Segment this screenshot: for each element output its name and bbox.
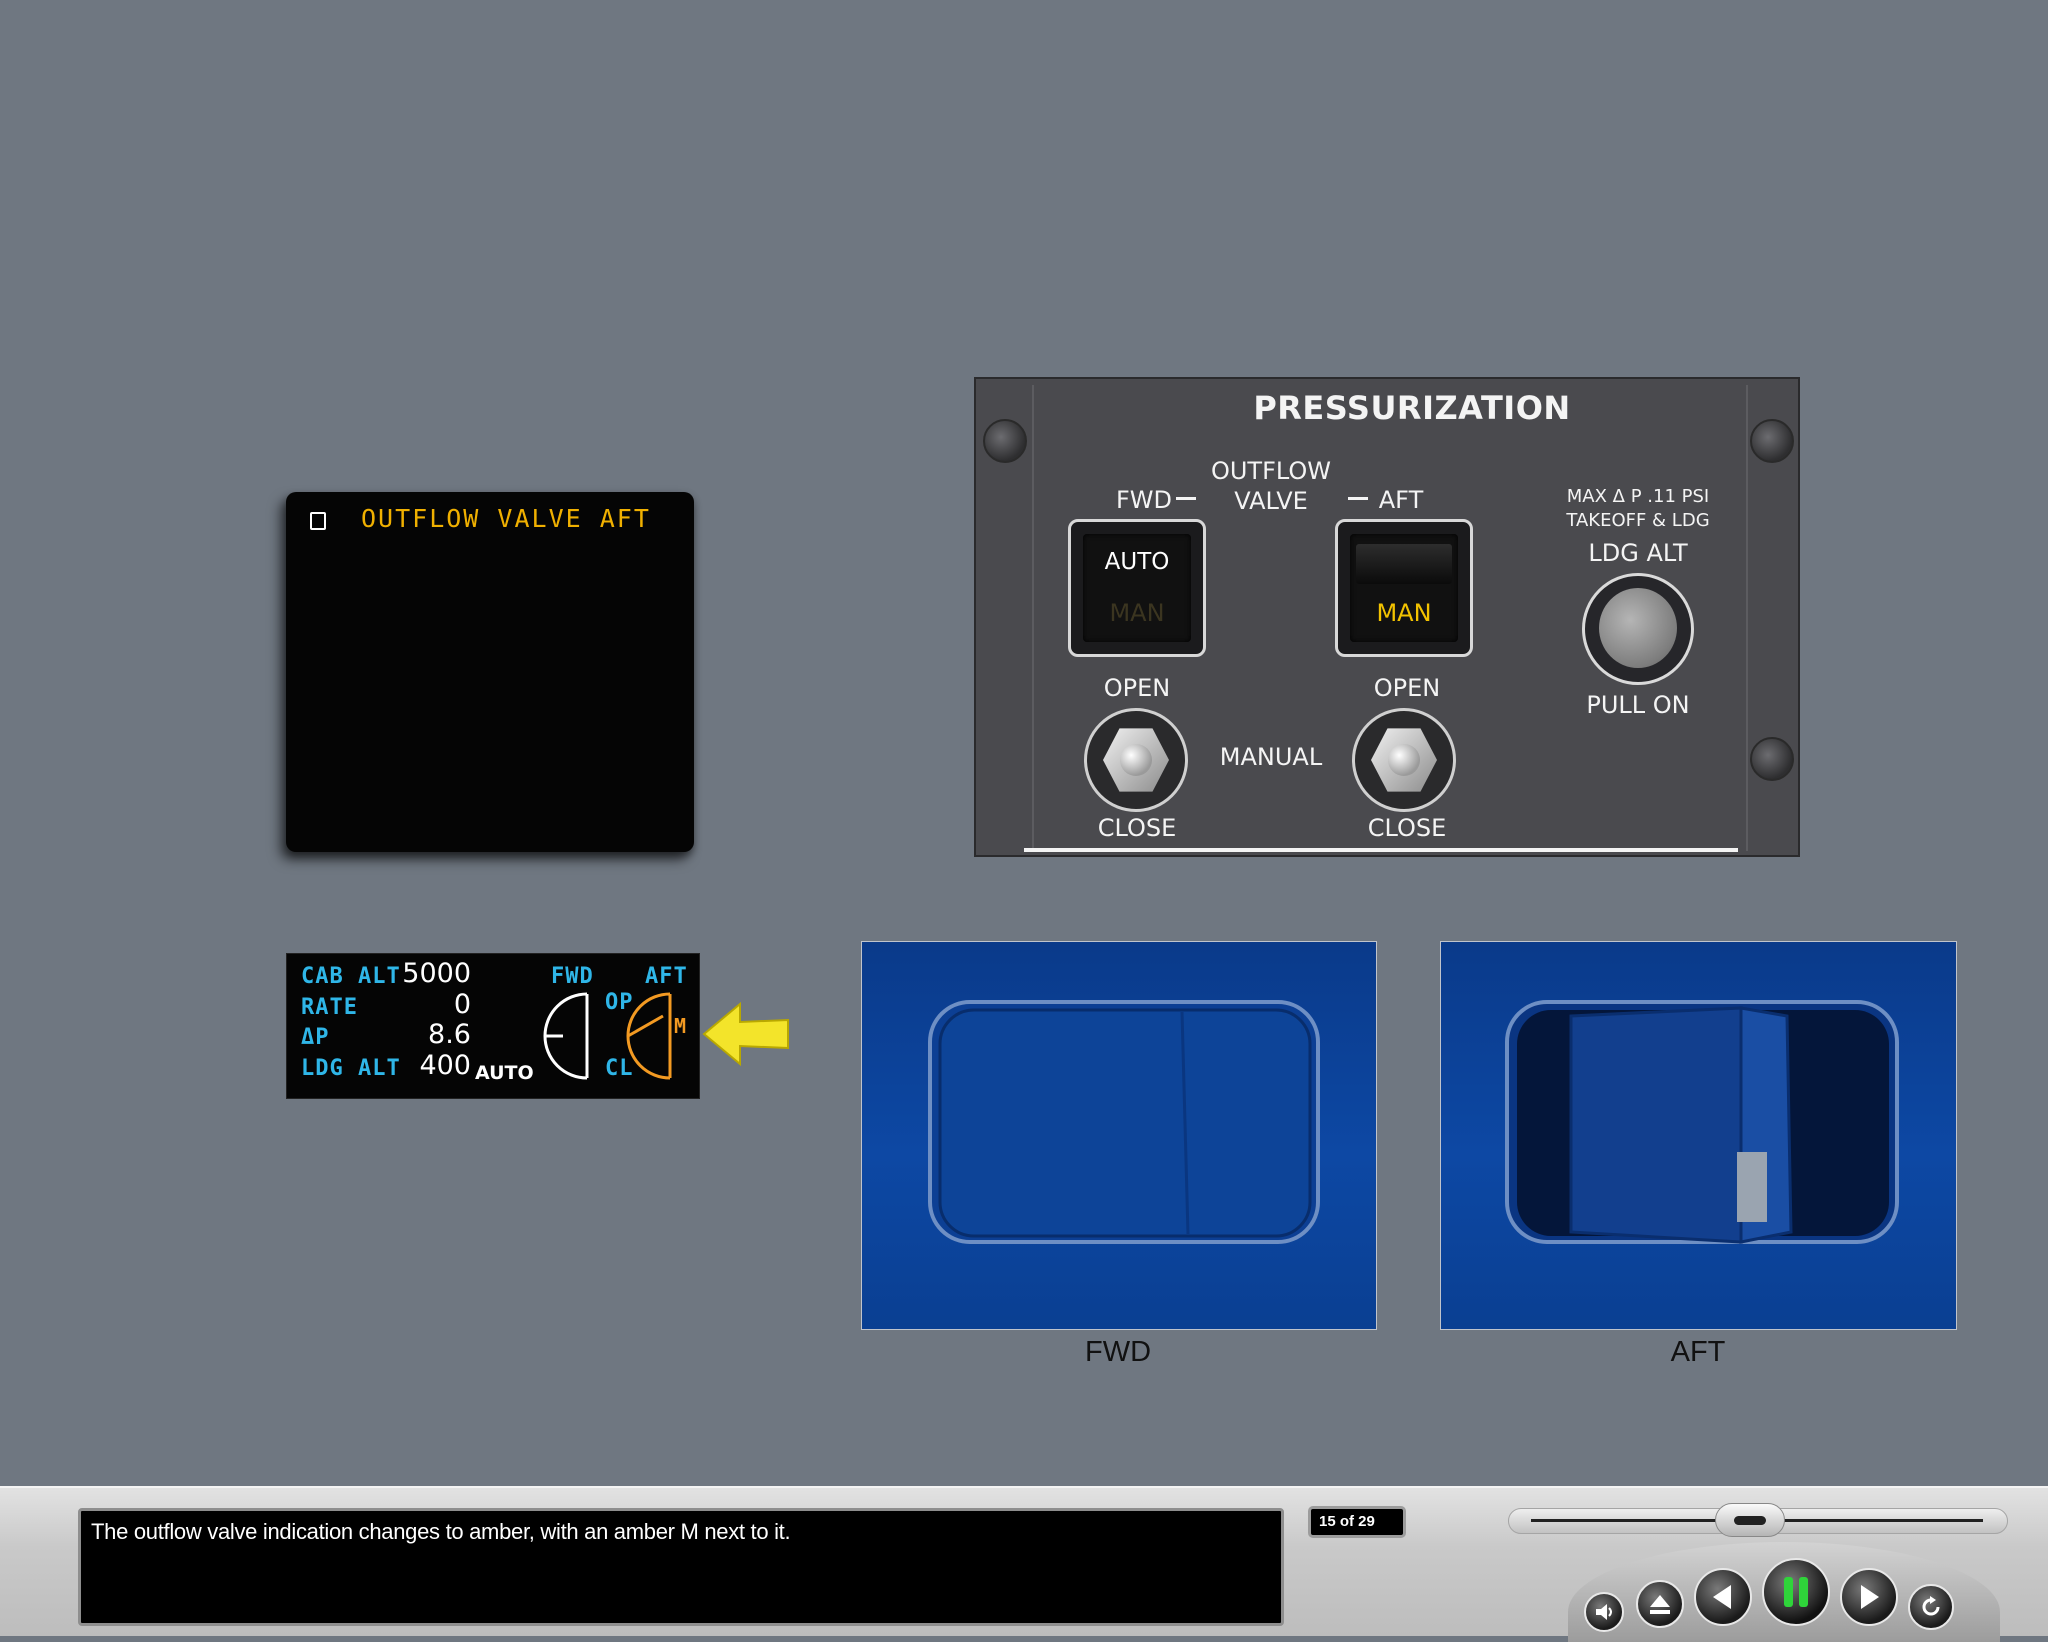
aft-dash — [1348, 497, 1368, 500]
narration-caption-text: The outflow valve indication changes to … — [91, 1519, 791, 1544]
ldg-alt-label: LDG ALT — [1588, 539, 1688, 567]
valve-label: VALVE — [1234, 487, 1308, 515]
takeoff-ldg-label: TAKEOFF & LDG — [1566, 510, 1710, 531]
aft-open-label: OPEN — [1373, 674, 1441, 702]
fwd-manual-toggle[interactable] — [1084, 708, 1188, 812]
valve-indicator-graphics — [543, 992, 672, 1080]
switch-face: MAN — [1350, 534, 1458, 642]
ldg-alt-knob[interactable] — [1582, 573, 1694, 685]
fwd-close-label: CLOSE — [1097, 814, 1177, 842]
progress-thumb[interactable] — [1715, 1503, 1785, 1537]
pull-on-label: PULL ON — [1586, 691, 1690, 719]
aft-valve-pointer — [627, 1014, 664, 1038]
progress-slider[interactable] — [1508, 1503, 2008, 1537]
aft-valve-arc — [626, 992, 671, 1080]
eicas-pressurization-synoptic: CAB ALT RATE ΔP LDG ALT 5000 0 8.6 400 A… — [286, 953, 700, 1099]
replay-icon — [1922, 1596, 1940, 1616]
panel-bottom-line — [1024, 848, 1738, 852]
aft-label: AFT — [1378, 486, 1424, 514]
max-dp-label: MAX Δ P .11 PSI — [1566, 486, 1710, 507]
knob-cap — [1599, 588, 1677, 668]
fwd-auto-legend: AUTO — [1104, 549, 1170, 575]
aft-outflow-valve-switch[interactable]: MAN — [1335, 519, 1473, 657]
narration-caption-box: The outflow valve indication changes to … — [78, 1508, 1284, 1626]
screw-icon — [1750, 419, 1794, 463]
panel-title: PRESSURIZATION — [1253, 389, 1571, 427]
message-status-box — [310, 512, 326, 530]
fwd-valve-illustration — [928, 1000, 1320, 1244]
manual-label: MANUAL — [1219, 743, 1323, 771]
screw-icon — [1750, 737, 1794, 781]
aft-auto-blank — [1356, 544, 1452, 584]
fwd-outflow-valve-switch[interactable]: AUTO MAN — [1068, 519, 1206, 657]
eicas-message-text: OUTFLOW VALVE AFT — [361, 504, 651, 533]
page-counter: 15 of 29 — [1308, 1506, 1406, 1538]
fwd-photo-caption: FWD — [1084, 1336, 1152, 1368]
pressurization-panel: PRESSURIZATION OUTFLOW VALVE FWD AFT AUT… — [974, 377, 1800, 857]
audio-button[interactable] — [1584, 1592, 1624, 1632]
speaker-icon — [1596, 1604, 1612, 1620]
screw-icon — [983, 419, 1027, 463]
player-control-bar: The outflow valve indication changes to … — [0, 1486, 2048, 1642]
toggle-tip — [1388, 744, 1420, 776]
replay-button[interactable] — [1908, 1584, 1954, 1630]
outflow-label: OUTFLOW — [1210, 457, 1332, 485]
fwd-valve-photo — [861, 941, 1377, 1330]
next-button[interactable] — [1840, 1568, 1898, 1626]
fwd-open-label: OPEN — [1103, 674, 1171, 702]
toggle-tip — [1120, 744, 1152, 776]
aft-manual-toggle[interactable] — [1352, 708, 1456, 812]
previous-button[interactable] — [1694, 1568, 1752, 1626]
switch-face: AUTO MAN — [1083, 534, 1191, 642]
fwd-label: FWD — [1115, 486, 1172, 514]
fwd-dash — [1176, 497, 1196, 500]
fwd-man-legend: MAN — [1109, 599, 1165, 627]
aft-close-label: CLOSE — [1367, 814, 1447, 842]
aft-valve-photo — [1440, 941, 1957, 1330]
eicas-message-display: OUTFLOW VALVE AFT — [286, 492, 694, 852]
yellow-arrow-icon — [702, 1001, 789, 1067]
previous-icon — [1713, 1585, 1731, 1609]
next-icon — [1861, 1585, 1879, 1609]
aft-man-legend: MAN — [1376, 599, 1432, 627]
eject-icon — [1650, 1595, 1670, 1614]
pause-icon — [1784, 1577, 1808, 1607]
pause-button[interactable] — [1762, 1558, 1830, 1626]
aft-valve-illustration — [1505, 1000, 1899, 1244]
aft-photo-caption: AFT — [1670, 1336, 1726, 1368]
eject-button[interactable] — [1636, 1580, 1684, 1628]
